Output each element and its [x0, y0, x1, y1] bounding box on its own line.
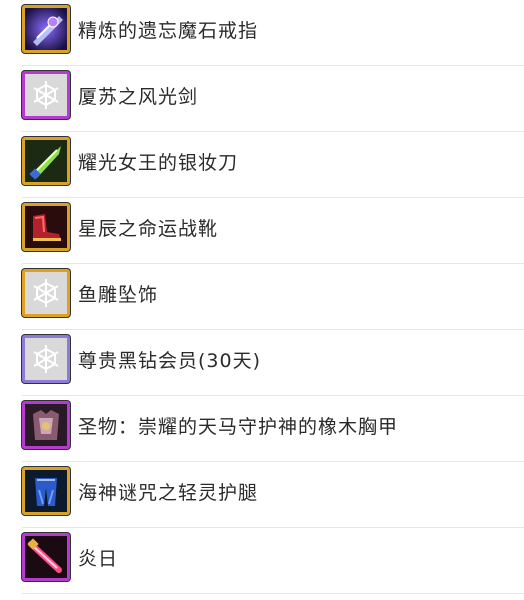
item-name: 圣物：崇耀的天马守护神的橡木胸甲: [78, 416, 399, 438]
item-name: 精炼的遗忘魔石戒指: [78, 20, 259, 42]
placeholder-snowflake-icon: [22, 335, 70, 383]
item-name: 尊贵黑钻会员(30天): [78, 350, 262, 372]
armor-icon: [22, 401, 70, 449]
item-name: 炎日: [78, 548, 119, 570]
list-item[interactable]: 圣物：崇耀的天马守护神的橡木胸甲: [0, 396, 524, 462]
list-item[interactable]: 鱼雕坠饰: [0, 264, 524, 330]
list-item[interactable]: 海神谜咒之轻灵护腿: [0, 462, 524, 528]
list-item[interactable]: 厦苏之风光剑: [0, 66, 524, 132]
boots-icon: [22, 203, 70, 251]
list-item[interactable]: 星辰之命运战靴: [0, 198, 524, 264]
item-list: 精炼的遗忘魔石戒指 厦苏之风光剑 耀光女王的银妆刀 星辰之命运战靴 鱼雕坠饰 尊…: [0, 0, 524, 594]
item-name: 海神谜咒之轻灵护腿: [78, 482, 259, 504]
list-item[interactable]: 精炼的遗忘魔石戒指: [0, 0, 524, 66]
flame-sword-icon: [22, 533, 70, 581]
list-item[interactable]: 耀光女王的银妆刀: [0, 132, 524, 198]
list-item[interactable]: 尊贵黑钻会员(30天): [0, 330, 524, 396]
item-name: 耀光女王的银妆刀: [78, 152, 239, 174]
leggings-icon: [22, 467, 70, 515]
divider: [22, 593, 524, 594]
dagger-icon: [22, 137, 70, 185]
placeholder-snowflake-icon: [22, 71, 70, 119]
item-name: 星辰之命运战靴: [78, 218, 219, 240]
item-name: 鱼雕坠饰: [78, 284, 159, 306]
item-name: 厦苏之风光剑: [78, 86, 199, 108]
placeholder-snowflake-icon: [22, 269, 70, 317]
ring-icon: [22, 5, 70, 53]
list-item[interactable]: 炎日: [0, 528, 524, 594]
